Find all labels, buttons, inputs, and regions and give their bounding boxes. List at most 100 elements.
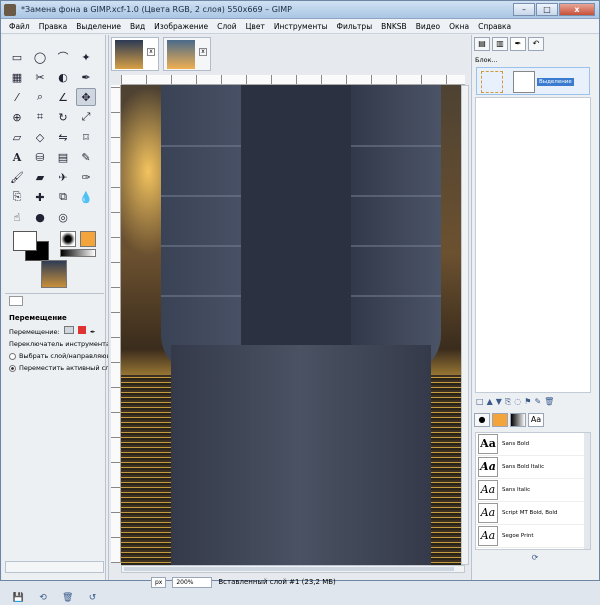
menu-select[interactable]: Выделение [76,22,121,31]
menu-windows[interactable]: Окна [449,22,469,31]
image-tab-1[interactable]: x [111,37,159,71]
fonts-list[interactable]: Aa Sans Bold Aa Sans Bold Italic Aa Sans It… [475,432,591,550]
toolbox-footer-scroll[interactable] [5,561,104,573]
color-select-icon[interactable]: ▦ [7,68,27,86]
move-active-radio[interactable] [9,364,16,372]
free-select-icon[interactable]: ⌒ [53,48,73,66]
font-item[interactable]: Aa Segoe Print [476,525,590,548]
paths-tab-icon[interactable]: ✒ [510,37,526,51]
dodge-burn-icon[interactable]: ● [30,208,50,226]
fonts-scrollbar[interactable] [584,433,590,549]
minimize-button[interactable]: – [513,3,535,16]
reset-options-icon[interactable]: ↺ [89,593,97,603]
path-to-selection-icon[interactable]: ◌ [514,397,521,407]
clone-icon[interactable]: ⎘ [7,188,27,206]
rect-select-icon[interactable]: ▭ [7,48,27,66]
foreground-select-icon[interactable]: ◐ [53,68,73,86]
blur-icon[interactable]: 💧 [76,188,96,206]
flip-icon[interactable]: ⇋ [53,128,73,146]
airbrush-icon[interactable]: ✈ [53,168,73,186]
undo-tab-icon[interactable]: ↶ [528,37,544,51]
menu-bnksb[interactable]: BNKSB [381,22,407,31]
brush-preview[interactable] [60,231,76,247]
shear-icon[interactable]: ▱ [7,128,27,146]
rotate-icon[interactable]: ↻ [53,108,73,126]
menu-filters[interactable]: Фильтры [337,22,373,31]
align-icon[interactable]: ⊕ [7,108,27,126]
path-visibility-icon[interactable] [481,71,503,93]
image-canvas[interactable] [121,85,461,565]
menu-help[interactable]: Справка [478,22,511,31]
bucket-fill-icon[interactable]: ⛁ [30,148,50,166]
font-item[interactable]: Aa Script MT Bold, Bold [476,502,590,525]
font-item[interactable]: Aa Sans Italic [476,479,590,502]
path-row-selection[interactable]: Выделение [476,67,590,95]
pattern-preview[interactable] [80,231,96,247]
raise-path-icon[interactable]: ▲ [487,397,493,407]
maximize-button[interactable]: □ [536,3,558,16]
horizontal-scrollbar[interactable] [121,565,465,573]
paths-list[interactable] [475,97,591,393]
stroke-path-icon[interactable]: ✎ [534,397,541,407]
measure-icon[interactable]: ∠ [53,88,73,106]
pencil-icon[interactable]: ✎ [76,148,96,166]
font-item[interactable]: Aa Sans Bold [476,433,590,456]
new-path-icon[interactable]: □ [476,397,484,407]
scale-icon[interactable]: ⤢ [76,108,96,126]
smudge-icon[interactable]: ☝ [7,208,27,226]
scissors-icon[interactable]: ✂ [30,68,50,86]
ink-icon[interactable]: ✑ [76,168,96,186]
blend-icon[interactable]: ▤ [53,148,73,166]
paths-icon[interactable]: ✒ [76,68,96,86]
refresh-fonts-icon[interactable]: ⟳ [476,553,594,563]
delete-path-icon[interactable]: 🗑 [544,397,554,407]
fonts-tab-icon[interactable]: Aa [528,413,544,427]
vertical-scrollbar[interactable] [461,85,469,565]
vertical-ruler[interactable] [111,85,121,563]
save-options-icon[interactable]: 💾 [13,593,24,603]
title-bar[interactable]: *Замена фона в GIMP.xcf-1.0 (Цвета RGB, … [1,1,599,19]
menu-edit[interactable]: Правка [39,22,68,31]
patterns-tab-icon[interactable] [492,413,508,427]
move-layer-mode-icon[interactable] [63,326,74,334]
path-name[interactable]: Выделение [537,78,574,86]
tool-options-tab[interactable] [9,296,23,306]
crop-icon[interactable]: ⌗ [30,108,50,126]
ellipse-select-icon[interactable]: ◯ [30,48,50,66]
image-tab-2[interactable]: x [163,37,211,71]
menu-video[interactable]: Видео [416,22,440,31]
zoom-select[interactable]: 200% [172,576,213,588]
active-image-thumbnail[interactable] [41,260,67,288]
scroll-thumb[interactable] [124,567,454,571]
move-path-mode-icon[interactable]: ✒ [90,328,98,336]
move-icon[interactable]: ✥ [76,88,96,106]
horizontal-ruler[interactable] [121,75,465,85]
perspective-clone-icon[interactable]: ⧉ [53,188,73,206]
fuzzy-select-icon[interactable]: ✦ [76,48,96,66]
lower-path-icon[interactable]: ▼ [496,397,502,407]
text-icon[interactable]: A [7,148,27,166]
option-pick-layer[interactable]: Выбрать слой/направляющую [9,352,122,360]
paintbrush-icon[interactable]: 🖌 [7,168,27,186]
cage-icon[interactable]: ⌑ [76,128,96,146]
pick-layer-radio[interactable] [9,352,16,360]
selection-to-path-icon[interactable]: ⚑ [524,397,531,407]
unit-select[interactable]: px [151,576,167,588]
font-item[interactable]: Aa Sans Bold Italic [476,456,590,479]
convolve-icon[interactable]: ◎ [53,208,73,226]
eraser-icon[interactable]: ▰ [30,168,50,186]
duplicate-path-icon[interactable]: ⎘ [505,397,511,407]
image-tab-1-close-icon[interactable]: x [147,48,155,56]
heal-icon[interactable]: ✚ [30,188,50,206]
menu-file[interactable]: Файл [9,22,30,31]
menu-layer[interactable]: Слой [217,22,237,31]
foreground-color[interactable] [13,231,37,251]
menu-view[interactable]: Вид [130,22,145,31]
move-selection-mode-icon[interactable] [77,326,86,334]
option-move-active[interactable]: Переместить активный слой [9,364,118,372]
image-tab-2-close-icon[interactable]: x [199,48,207,56]
brushes-tab-icon[interactable]: ● [474,413,490,427]
close-button[interactable]: x [559,3,595,16]
gradient-preview[interactable] [60,249,96,257]
menu-image[interactable]: Изображение [154,22,208,31]
